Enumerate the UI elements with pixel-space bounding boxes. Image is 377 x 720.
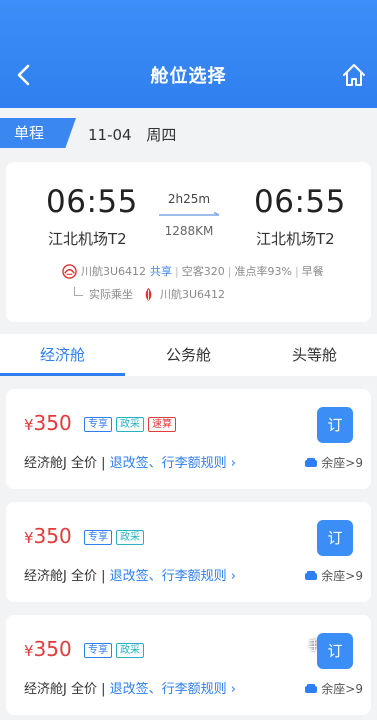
airline-logo-icon xyxy=(62,263,77,279)
gov-purchase-tag: 政采 xyxy=(116,643,144,658)
fare-tags: 专享 政采 xyxy=(84,643,148,658)
book-button[interactable]: 订 xyxy=(317,407,353,443)
price-value: 350 xyxy=(33,411,72,435)
remaining-seats: 余座>9 xyxy=(304,454,363,471)
price-value: 350 xyxy=(33,524,72,548)
seat-icon xyxy=(305,457,318,467)
arrival-time: 06:55 xyxy=(254,184,346,220)
flight-duration: 2h25m xyxy=(167,192,211,206)
fare-price: ¥350 xyxy=(24,411,72,435)
tree-corner-icon xyxy=(74,286,83,296)
price-value: 350 xyxy=(33,637,72,661)
cabin-tabs: 经济舱 公务舱 头等舱 xyxy=(0,334,377,376)
gov-purchase-tag: 政采 xyxy=(116,417,144,432)
currency-symbol: ¥ xyxy=(24,642,34,660)
seat-icon xyxy=(305,683,318,693)
home-icon[interactable] xyxy=(339,60,369,90)
exclusive-tag: 专享 xyxy=(84,643,112,658)
fare-tags: 专享 政采 xyxy=(84,530,148,545)
app-header: 舱位选择 xyxy=(0,0,377,108)
trip-type-badge: 单程 xyxy=(0,118,76,148)
page-title: 舱位选择 xyxy=(150,66,227,87)
actual-carrier-row: 实际乘坐 川航3U6412 xyxy=(74,286,225,302)
date-value: 11-04 xyxy=(88,126,132,144)
book-button[interactable]: 订 xyxy=(317,520,353,556)
fare-card: ¥350 专享 政采 经济舱J 全价 | 退改签、行李额规则 › 订 余座>9 xyxy=(6,502,371,602)
remaining-seats: 余座>9 xyxy=(304,567,363,584)
fare-price: ¥350 xyxy=(24,524,72,548)
airline-flight-no: 川航3U6412 xyxy=(81,265,147,278)
book-button[interactable]: 订 xyxy=(317,633,353,669)
fare-tags: 专享 政采 速算 xyxy=(84,417,180,432)
route-arrow-icon xyxy=(159,212,220,216)
fare-card: ¥350 专享 政采 速算 经济舱J 全价 | 退改签、行李额规则 › 订 余座… xyxy=(6,389,371,489)
weekday-value: 周四 xyxy=(146,126,177,144)
currency-symbol: ¥ xyxy=(24,529,34,547)
actual-airline-logo-icon xyxy=(145,287,152,301)
fare-description: 经济舱J 全价 | 退改签、行李额规则 › xyxy=(24,565,236,584)
meal-info: 早餐 xyxy=(301,265,324,278)
flight-info-row: 川航3U6412 共享 | 空客320 | 准点率93% | 早餐 xyxy=(62,263,324,279)
seat-icon xyxy=(305,570,318,580)
flight-distance: 1288KM xyxy=(164,224,214,238)
departure-time: 06:55 xyxy=(46,184,138,220)
fare-description: 经济舱J 全价 | 退改签、行李额规则 › xyxy=(24,452,236,471)
on-time-rate: 准点率93% xyxy=(234,265,292,278)
exclusive-tag: 专享 xyxy=(84,417,112,432)
divider: | xyxy=(101,569,106,584)
tab-first-class[interactable]: 头等舱 xyxy=(252,334,377,376)
divider: | xyxy=(101,456,106,471)
fast-calc-tag: 速算 xyxy=(148,417,176,432)
flight-summary-card: 06:55 江北机场T2 2h25m 1288KM 06:55 江北机场T2 川… xyxy=(6,162,371,322)
cabin-class-text: 经济舱J 全价 xyxy=(24,569,97,584)
date-bar: 单程 11-04 周四 xyxy=(0,108,377,158)
arrival-airport: 江北机场T2 xyxy=(256,230,335,248)
tab-economy[interactable]: 经济舱 xyxy=(0,334,125,376)
departure-airport: 江北机场T2 xyxy=(48,230,127,248)
cabin-class-text: 经济舱J 全价 xyxy=(24,456,97,471)
currency-symbol: ¥ xyxy=(24,416,34,434)
fare-card: ¥350 专享 政采 经济舱J 全价 | 退改签、行李额规则 › 手 订 余座>… xyxy=(6,615,371,715)
fare-rules-link[interactable]: 退改签、行李额规则 › xyxy=(110,456,236,471)
fare-price: ¥350 xyxy=(24,637,72,661)
fare-rules-link[interactable]: 退改签、行李额规则 › xyxy=(110,682,236,697)
fare-description: 经济舱J 全价 | 退改签、行李额规则 › xyxy=(24,678,236,697)
cabin-class-text: 经济舱J 全价 xyxy=(24,682,97,697)
remaining-seats: 余座>9 xyxy=(304,680,363,697)
gov-purchase-tag: 政采 xyxy=(116,530,144,545)
actual-carrier-label: 实际乘坐 xyxy=(89,288,133,301)
exclusive-tag: 专享 xyxy=(84,530,112,545)
aircraft-type: 空客320 xyxy=(181,265,225,278)
shared-badge: 共享 xyxy=(150,265,173,278)
actual-airline-flight-no: 川航3U6412 xyxy=(160,288,226,301)
divider: | xyxy=(101,682,106,697)
flight-date: 11-04 周四 xyxy=(88,124,186,145)
fare-rules-link[interactable]: 退改签、行李额规则 › xyxy=(110,569,236,584)
tab-business[interactable]: 公务舱 xyxy=(126,334,251,376)
